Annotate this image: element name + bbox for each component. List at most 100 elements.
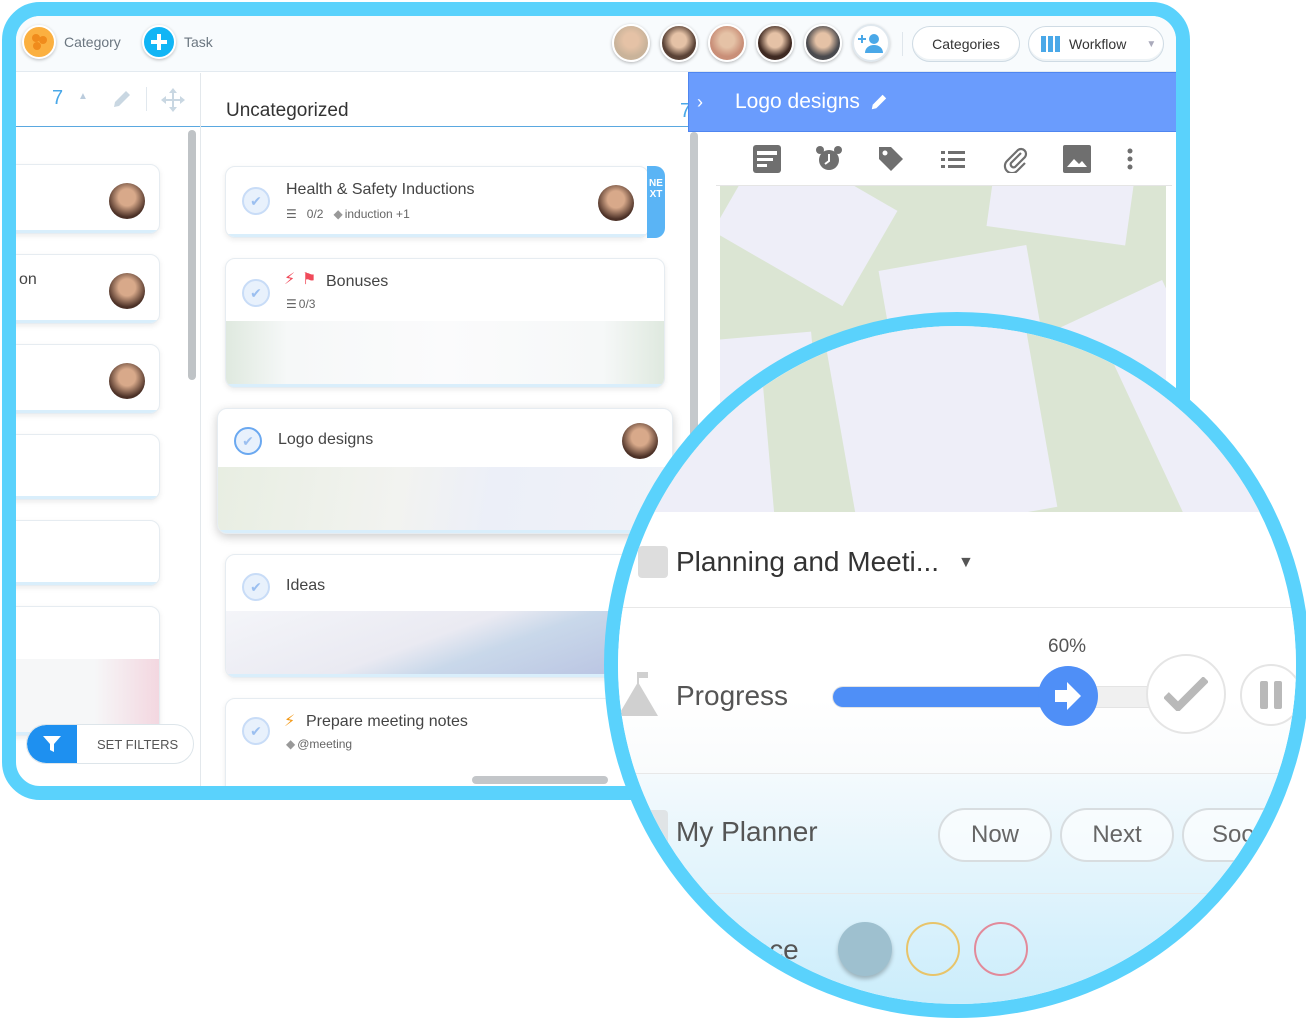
collapse-arrow-icon[interactable]: ▲ bbox=[78, 91, 88, 102]
task-card[interactable]: on bbox=[16, 254, 160, 324]
planner-next-button[interactable]: Next bbox=[1060, 808, 1174, 862]
importance-high-option[interactable] bbox=[974, 922, 1028, 976]
task-card[interactable] bbox=[16, 434, 160, 500]
left-column-header: 7 ▲ bbox=[16, 73, 200, 127]
task-card-bonuses[interactable]: ✔ ⚡ ⚑ Bonuses ☰ 0/3 bbox=[225, 258, 665, 388]
planner-option-label: Now bbox=[970, 821, 1019, 848]
workflow-label: Workflow bbox=[1069, 36, 1127, 52]
progress-slider-track[interactable] bbox=[832, 686, 1192, 708]
task-tags: @meeting bbox=[297, 737, 353, 751]
avatar-user-3[interactable] bbox=[708, 24, 746, 62]
move-icon[interactable] bbox=[160, 87, 186, 113]
task-card[interactable] bbox=[16, 164, 160, 234]
dropdown-arrow-icon[interactable]: ▼ bbox=[958, 554, 974, 572]
assignee-avatar bbox=[109, 183, 145, 219]
complete-checkbox[interactable]: ✔ bbox=[234, 427, 262, 455]
planner-now-button[interactable]: Now bbox=[938, 808, 1052, 862]
checkmark-icon bbox=[1164, 677, 1208, 711]
complete-checkbox[interactable]: ✔ bbox=[242, 279, 270, 307]
progress-slider-thumb[interactable] bbox=[1038, 666, 1098, 726]
task-card[interactable] bbox=[16, 606, 160, 736]
pause-button[interactable] bbox=[1240, 664, 1296, 726]
avatar-user-4[interactable] bbox=[756, 24, 794, 62]
top-toolbar: Category Task Categories Workflow ▼ bbox=[16, 16, 1176, 72]
progress-row: Progress 60% bbox=[618, 608, 1296, 774]
pause-icon bbox=[1260, 681, 1268, 709]
task-detail-title[interactable]: Logo designs bbox=[735, 90, 860, 114]
image-icon[interactable] bbox=[1063, 144, 1091, 173]
checklist-count: 0/2 bbox=[306, 207, 324, 221]
priority-icon: ⚡ bbox=[284, 271, 296, 288]
horizontal-scrollbar[interactable] bbox=[472, 776, 608, 784]
add-task-button[interactable]: Task bbox=[142, 25, 213, 59]
category-icon bbox=[22, 25, 56, 59]
tag-icon: ◆ bbox=[286, 737, 296, 751]
edit-title-icon[interactable] bbox=[870, 93, 888, 111]
progress-slider-fill bbox=[833, 687, 1069, 707]
add-category-button[interactable]: Category bbox=[22, 25, 121, 59]
task-card-logo-designs[interactable]: ✔ Logo designs bbox=[217, 408, 673, 534]
flag-icon: ⚑ bbox=[302, 271, 317, 288]
task-detail-toolbar bbox=[716, 132, 1172, 186]
workflow-dropdown[interactable]: Workflow ▼ bbox=[1028, 26, 1164, 62]
planner-option-label: Soo bbox=[1212, 821, 1255, 848]
task-label: Task bbox=[184, 34, 213, 50]
magnifier-callout: Planning and Meeti... ▼ Progress 60% My … bbox=[604, 312, 1306, 1018]
progress-percent: 60% bbox=[1048, 636, 1087, 657]
planner-option-label: Next bbox=[1092, 821, 1142, 848]
planner-row: My Planner Now Next Soo bbox=[618, 774, 1296, 894]
assignee-avatar bbox=[598, 185, 634, 221]
importance-medium-option[interactable] bbox=[906, 922, 960, 976]
add-user-icon bbox=[858, 34, 883, 53]
card-cover-image bbox=[226, 321, 664, 387]
add-user-button[interactable] bbox=[852, 24, 890, 62]
task-card-ideas[interactable]: ✔ Ideas bbox=[225, 554, 665, 678]
task-card[interactable] bbox=[16, 344, 160, 414]
progress-label: Progress bbox=[676, 680, 789, 711]
description-icon[interactable] bbox=[753, 144, 781, 173]
filter-icon bbox=[27, 725, 77, 763]
mark-complete-button[interactable] bbox=[1146, 654, 1226, 734]
importance-label: ance bbox=[738, 934, 799, 965]
complete-checkbox[interactable]: ✔ bbox=[242, 187, 270, 215]
task-title: Bonuses bbox=[326, 273, 389, 290]
assignee-avatar bbox=[109, 273, 145, 309]
team-avatars bbox=[612, 24, 842, 62]
edit-icon[interactable] bbox=[112, 89, 132, 109]
complete-checkbox[interactable]: ✔ bbox=[242, 573, 270, 601]
task-card[interactable] bbox=[16, 520, 160, 586]
next-badge[interactable]: NEXT bbox=[647, 166, 665, 238]
task-title: Logo designs bbox=[278, 431, 374, 448]
attachment-icon[interactable] bbox=[1001, 145, 1029, 173]
task-title: Health & Safety Inductions bbox=[286, 181, 475, 198]
importance-low-option[interactable] bbox=[838, 922, 892, 976]
avatar-user-2[interactable] bbox=[660, 24, 698, 62]
card-cover-image bbox=[226, 611, 664, 677]
magnified-cover-image bbox=[618, 326, 1296, 512]
importance-row: ance bbox=[618, 894, 1296, 1004]
column-header-underline bbox=[201, 126, 688, 127]
divider bbox=[902, 32, 903, 56]
more-icon[interactable] bbox=[1125, 145, 1135, 173]
vertical-scrollbar[interactable] bbox=[188, 130, 196, 380]
task-title: on bbox=[19, 271, 37, 288]
avatar-user-1[interactable] bbox=[612, 24, 650, 62]
chevron-right-icon[interactable]: › bbox=[697, 92, 703, 113]
planner-soon-button[interactable]: Soo bbox=[1182, 808, 1296, 862]
task-card-health-safety[interactable]: ✔ Health & Safety Inductions ☰ 0/2 ◆ ind… bbox=[225, 166, 649, 238]
card-cover-image bbox=[218, 467, 672, 533]
set-filters-button[interactable]: SET FILTERS bbox=[26, 724, 194, 764]
category-select[interactable]: Planning and Meeti... bbox=[676, 546, 939, 578]
task-count: 7 bbox=[52, 87, 64, 109]
avatar-user-5[interactable] bbox=[804, 24, 842, 62]
alarm-icon[interactable] bbox=[815, 145, 843, 173]
category-label: Category bbox=[64, 34, 121, 50]
complete-checkbox[interactable]: ✔ bbox=[242, 717, 270, 745]
column-title: Uncategorized bbox=[226, 100, 349, 121]
checklist-icon[interactable] bbox=[939, 145, 967, 173]
categories-button[interactable]: Categories bbox=[912, 26, 1020, 62]
task-tags: induction +1 bbox=[344, 207, 410, 221]
task-title: Prepare meeting notes bbox=[306, 713, 468, 730]
tag-icon[interactable] bbox=[877, 145, 905, 173]
columns-icon bbox=[1041, 36, 1060, 52]
